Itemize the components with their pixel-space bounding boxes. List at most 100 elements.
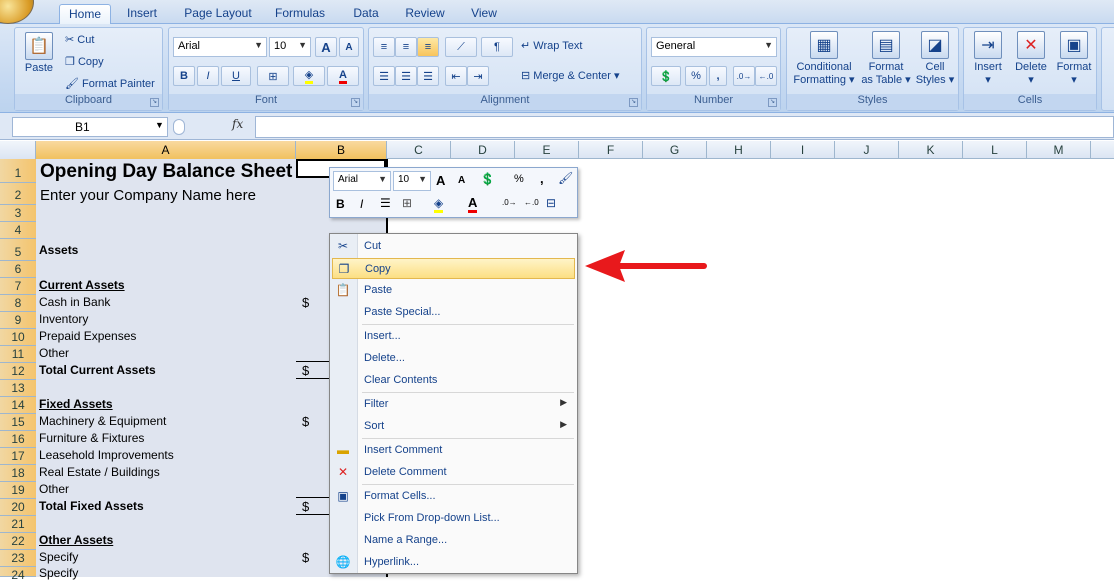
dialog-launcher-icon[interactable]: ↘ <box>351 98 360 107</box>
fill-color-icon[interactable]: ◈ <box>434 196 444 213</box>
formula-input[interactable] <box>255 116 1114 138</box>
merge-center-button[interactable]: ⊟ Merge & Center ▾ <box>521 69 620 82</box>
tab-home[interactable]: Home <box>59 4 111 24</box>
format-painter-icon[interactable]: 🖌 <box>558 171 573 185</box>
underline-button[interactable]: U <box>221 66 251 86</box>
row-header[interactable]: 8 <box>0 295 36 312</box>
row-header[interactable]: 22 <box>0 533 36 550</box>
row-header[interactable]: 6 <box>0 261 36 278</box>
column-header-g[interactable]: G <box>643 141 707 159</box>
grow-font-icon[interactable]: A <box>436 173 445 188</box>
conditional-formatting-button[interactable]: ▦ Conditional Formatting ▾ <box>789 31 859 87</box>
menu-item-sort[interactable]: Sort ▶ <box>332 416 575 437</box>
menu-item-hyperlink[interactable]: 🌐 Hyperlink... <box>332 552 575 573</box>
row-header[interactable]: 12 <box>0 363 36 380</box>
row-header[interactable]: 4 <box>0 222 36 239</box>
insert-cells-button[interactable]: ⇥ Insert ▾ <box>966 31 1010 87</box>
office-button[interactable] <box>0 0 34 24</box>
rtl-button[interactable]: ¶ <box>481 37 513 57</box>
menu-item-insert-comment[interactable]: ▬ Insert Comment <box>332 440 575 461</box>
italic-button[interactable]: I <box>197 66 219 86</box>
tab-view[interactable]: View <box>463 4 505 24</box>
decrease-indent-button[interactable]: ⇤ <box>445 66 467 86</box>
mini-bold-button[interactable]: B <box>336 197 345 211</box>
row-header[interactable]: 18 <box>0 465 36 482</box>
decrease-decimal-button[interactable]: ←.0 <box>755 66 777 86</box>
font-color-button[interactable]: A <box>327 66 359 86</box>
increase-decimal-button[interactable]: .0→ <box>733 66 755 86</box>
menu-item-insert[interactable]: Insert... <box>332 326 575 347</box>
insert-function-button[interactable]: fx <box>232 117 243 131</box>
dialog-launcher-icon[interactable]: ↘ <box>150 98 159 107</box>
column-header-m[interactable]: M <box>1027 141 1091 159</box>
row-header[interactable]: 10 <box>0 329 36 346</box>
number-format-select[interactable]: General ▼ <box>651 37 777 57</box>
column-header-e[interactable]: E <box>515 141 579 159</box>
column-header-k[interactable]: K <box>899 141 963 159</box>
row-header[interactable]: 19 <box>0 482 36 499</box>
menu-item-pick-list[interactable]: Pick From Drop-down List... <box>332 508 575 529</box>
mini-italic-button[interactable]: I <box>360 197 363 211</box>
menu-item-format-cells[interactable]: ▣ Format Cells... <box>332 486 575 507</box>
wrap-text-button[interactable]: ↵ Wrap Text <box>521 39 582 52</box>
align-right-button[interactable]: ☰ <box>417 66 439 86</box>
row-header[interactable]: 15 <box>0 414 36 431</box>
align-middle-button[interactable]: ≡ <box>395 37 417 57</box>
grow-font-button[interactable]: A <box>315 37 337 57</box>
mini-percent-button[interactable]: % <box>514 173 524 185</box>
row-header[interactable]: 20 <box>0 499 36 516</box>
name-box[interactable]: B1 ▼ <box>12 117 168 137</box>
menu-item-paste[interactable]: 📋 Paste <box>332 280 575 301</box>
font-color-icon[interactable]: A <box>468 195 478 213</box>
align-bottom-button[interactable]: ≡ <box>417 37 439 57</box>
mini-comma-button[interactable]: , <box>540 171 544 186</box>
menu-item-delete-comment[interactable]: ✕ Delete Comment <box>332 462 575 483</box>
row-header[interactable]: 3 <box>0 205 36 222</box>
tab-insert[interactable]: Insert <box>116 4 168 24</box>
row-header[interactable]: 5 <box>0 239 36 261</box>
column-header-c[interactable]: C <box>387 141 451 159</box>
menu-item-name-range[interactable]: Name a Range... <box>332 530 575 551</box>
font-name-select[interactable]: Arial ▼ <box>173 37 267 57</box>
borders-button[interactable]: ⊞ <box>257 66 289 86</box>
tab-review[interactable]: Review <box>400 4 450 24</box>
dialog-launcher-icon[interactable]: ↘ <box>629 98 638 107</box>
row-header[interactable]: 23 <box>0 550 36 567</box>
merge-icon[interactable]: ⊟ <box>546 196 556 210</box>
fill-color-button[interactable]: ◈ <box>293 66 325 86</box>
menu-item-cut[interactable]: ✂ Cut <box>332 236 575 257</box>
column-header-i[interactable]: I <box>771 141 835 159</box>
align-left-button[interactable]: ☰ <box>373 66 395 86</box>
formula-bar-expander[interactable] <box>173 119 185 135</box>
tab-formulas[interactable]: Formulas <box>268 4 332 24</box>
column-header-l[interactable]: L <box>963 141 1027 159</box>
row-header[interactable]: 11 <box>0 346 36 363</box>
decrease-decimal-icon[interactable]: ←.0 <box>524 198 539 207</box>
column-header-b[interactable]: B <box>296 141 387 159</box>
tab-data[interactable]: Data <box>345 4 387 24</box>
percent-button[interactable]: % <box>685 66 707 86</box>
row-header[interactable]: 1 <box>0 159 36 183</box>
column-header-h[interactable]: H <box>707 141 771 159</box>
font-size-select[interactable]: 10 ▼ <box>269 37 311 57</box>
shrink-font-button[interactable]: A <box>339 37 359 57</box>
menu-item-paste-special[interactable]: Paste Special... <box>332 302 575 323</box>
row-header[interactable]: 21 <box>0 516 36 533</box>
format-as-table-button[interactable]: ▤ Format as Table ▾ <box>859 31 913 87</box>
column-header-j[interactable]: J <box>835 141 899 159</box>
cut-button[interactable]: ✂ Cut <box>65 33 94 46</box>
dialog-launcher-icon[interactable]: ↘ <box>768 98 777 107</box>
column-header-f[interactable]: F <box>579 141 643 159</box>
row-header[interactable]: 14 <box>0 397 36 414</box>
mini-font-select[interactable]: Arial ▼ <box>333 171 391 191</box>
orientation-button[interactable]: ⟋ <box>445 37 477 57</box>
paste-button[interactable]: 📋 Paste <box>21 32 57 75</box>
format-cells-button[interactable]: ▣ Format ▾ <box>1052 31 1096 87</box>
select-all-button[interactable] <box>0 141 36 159</box>
menu-item-delete[interactable]: Delete... <box>332 348 575 369</box>
tab-page-layout[interactable]: Page Layout <box>181 4 255 24</box>
row-header[interactable]: 17 <box>0 448 36 465</box>
increase-decimal-icon[interactable]: .0→ <box>502 198 517 207</box>
align-center-button[interactable]: ☰ <box>395 66 417 86</box>
align-top-button[interactable]: ≡ <box>373 37 395 57</box>
